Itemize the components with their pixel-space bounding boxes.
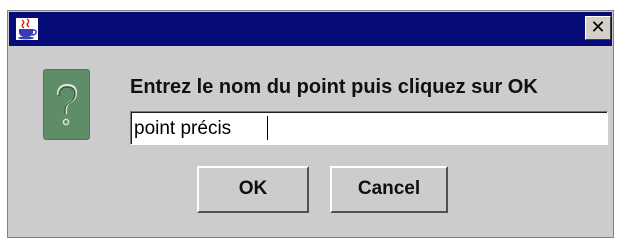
text-caret (267, 116, 268, 140)
question-mark-icon (43, 69, 90, 140)
prompt-label: Entrez le nom du point puis cliquez sur … (130, 76, 538, 98)
java-coffee-cup-icon (16, 18, 38, 40)
input-value: point précis (134, 118, 232, 139)
close-icon: ✕ (590, 17, 606, 38)
input-dialog: ✕ Entrez le nom du point puis cliquez su… (7, 10, 614, 238)
point-name-input[interactable]: point précis (130, 111, 608, 145)
close-button[interactable]: ✕ (585, 16, 611, 40)
cancel-button[interactable]: Cancel (330, 166, 448, 213)
ok-button[interactable]: OK (197, 166, 309, 213)
title-bar[interactable]: ✕ (9, 12, 612, 46)
